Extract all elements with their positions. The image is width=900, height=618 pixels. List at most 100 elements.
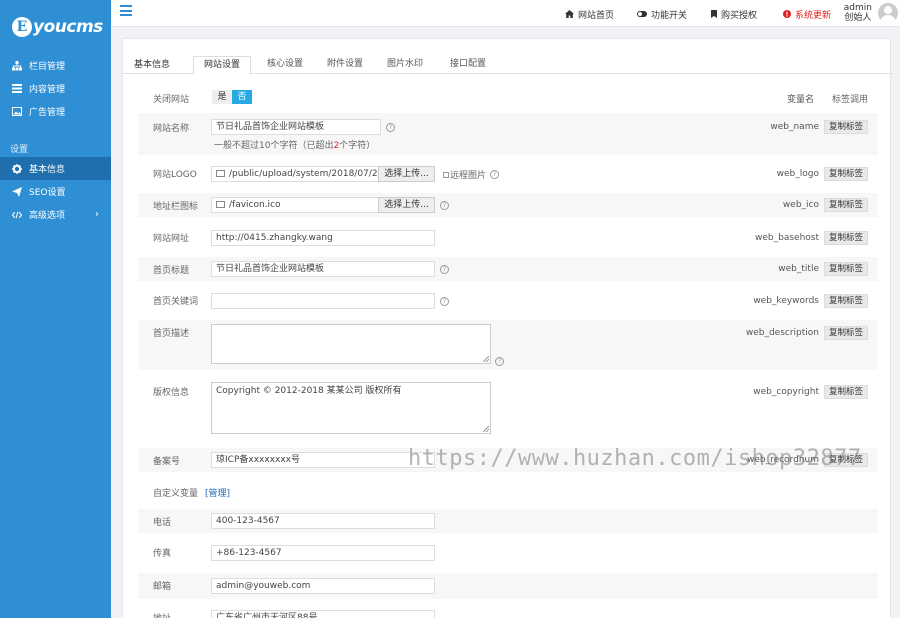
field-label: 网站LOGO xyxy=(153,170,197,180)
copy-tag-button[interactable]: 复制标签 xyxy=(824,385,868,399)
field-label: 传真 xyxy=(153,549,172,559)
copy-tag-button[interactable]: 复制标签 xyxy=(824,231,868,245)
field-label: 版权信息 xyxy=(153,388,190,398)
row-web-ico: 地址栏图标 /favicon.ico 选择上传... ? web_ico 复制标… xyxy=(138,193,878,217)
sitemap-icon xyxy=(12,60,22,71)
copy-tag-button[interactable]: 复制标签 xyxy=(824,262,868,276)
toggle-icon xyxy=(637,10,647,19)
email-input[interactable]: admin@youweb.com xyxy=(211,578,435,594)
field-label: 地址 xyxy=(153,611,171,618)
phone-input[interactable]: 400-123-4567 xyxy=(211,513,435,529)
close-site-no[interactable]: 否 xyxy=(232,90,252,104)
sidebar-item-label: 高级选项 xyxy=(29,211,66,221)
user-menu[interactable]: admin 创始人 xyxy=(844,3,872,23)
help-icon[interactable]: ? xyxy=(495,357,504,366)
var-name: web_basehost xyxy=(755,233,819,243)
var-name: web_name xyxy=(770,122,819,132)
help-icon[interactable]: ? xyxy=(490,170,499,179)
fax-input[interactable]: +86-123-4567 xyxy=(211,545,435,561)
resize-grip-icon xyxy=(483,356,489,362)
tab-api-config[interactable]: 接口配置 xyxy=(439,56,497,75)
close-site-toggle[interactable]: 是 否 xyxy=(212,90,252,104)
remote-image-checkbox[interactable]: 远程图片 xyxy=(443,168,486,181)
close-site-yes[interactable]: 是 xyxy=(212,90,232,104)
web-title-input[interactable]: 节日礼品首饰企业网站模板 xyxy=(211,261,435,277)
row-web-keywords: 首页关键词 ? web_keywords 复制标签 xyxy=(138,289,878,311)
web-ico-input[interactable]: /favicon.ico xyxy=(211,197,379,213)
user-role: 创始人 xyxy=(844,13,872,23)
image-icon xyxy=(12,107,22,117)
topbar-home-link[interactable]: 网站首页 xyxy=(565,8,614,21)
custom-vars-label: 自定义变量 xyxy=(153,489,199,499)
sidebar-item-label: SEO设置 xyxy=(29,188,66,198)
sidebar-item-basic-info[interactable]: 基本信息 xyxy=(0,157,111,180)
web-copyright-textarea[interactable]: Copyright © 2012-2018 某某公司 版权所有 xyxy=(211,382,491,434)
var-name: web_keywords xyxy=(753,296,819,306)
help-icon[interactable]: ? xyxy=(440,265,449,274)
help-icon[interactable]: ? xyxy=(440,297,449,306)
row-web-name: 网站名称 节日礼品首饰企业网站模板 ? 一般不超过10个字符（已超出2个字符） … xyxy=(138,113,878,155)
sidebar-item-columns[interactable]: 栏目管理 xyxy=(0,54,111,77)
copy-tag-button[interactable]: 复制标签 xyxy=(824,294,868,308)
copy-tag-button[interactable]: 复制标签 xyxy=(824,167,868,181)
row-web-logo: 网站LOGO /public/upload/system/2018/07/23/… xyxy=(138,162,878,184)
row-custom-vars: 自定义变量 [管理] xyxy=(138,481,878,501)
upload-button[interactable]: 选择上传... xyxy=(378,166,435,182)
tab-section-title: 基本信息 xyxy=(134,60,171,70)
tag-column-header: 标签调用 xyxy=(831,95,868,105)
web-recordnum-input[interactable]: 琼ICP备xxxxxxxx号 xyxy=(211,452,435,468)
upload-button[interactable]: 选择上传... xyxy=(378,197,435,213)
field-label: 网站网址 xyxy=(153,234,190,244)
info-icon xyxy=(783,9,791,20)
sidebar-item-ads[interactable]: 广告管理 xyxy=(0,100,111,123)
sidebar-item-content[interactable]: 内容管理 xyxy=(0,77,111,100)
field-label: 备案号 xyxy=(153,457,181,467)
bookmark-icon xyxy=(711,9,717,20)
image-icon xyxy=(216,170,225,177)
tab-attachment-settings[interactable]: 附件设置 xyxy=(316,56,374,75)
tab-image-watermark[interactable]: 图片水印 xyxy=(376,56,434,75)
sidebar-item-label: 广告管理 xyxy=(29,108,66,118)
help-icon[interactable]: ? xyxy=(386,123,395,132)
image-icon xyxy=(216,201,225,208)
web-logo-input[interactable]: /public/upload/system/2018/07/23/ xyxy=(211,166,379,182)
logo[interactable]: E youcms xyxy=(0,0,111,53)
field-label: 地址栏图标 xyxy=(153,202,199,212)
tab-site-settings[interactable]: 网站设置 xyxy=(193,56,251,75)
topbar: 网站首页 功能开关 购买授权 系统更新 admin 创始人 xyxy=(111,0,900,27)
custom-vars-manage-link[interactable]: [管理] xyxy=(205,486,230,499)
row-close-site: 关闭网站 是 否 变量名 标签调用 xyxy=(138,85,878,109)
copy-tag-button[interactable]: 复制标签 xyxy=(824,198,868,212)
checkbox-icon xyxy=(443,172,449,178)
row-web-copyright: 版权信息 Copyright © 2012-2018 某某公司 版权所有 web… xyxy=(138,378,878,438)
web-description-textarea[interactable] xyxy=(211,324,491,364)
menu-toggle-icon[interactable] xyxy=(120,5,132,16)
topbar-purchase-link[interactable]: 购买授权 xyxy=(711,8,757,21)
sidebar-section-settings: 设置 xyxy=(10,145,29,155)
logo-mark: E xyxy=(12,16,32,37)
user-name: admin xyxy=(843,3,872,13)
gear-icon xyxy=(12,163,22,174)
address-input[interactable]: 广东省广州市天河区88号 xyxy=(211,610,435,618)
sidebar-item-advanced[interactable]: 高级选项 › xyxy=(0,203,111,226)
web-keywords-input[interactable] xyxy=(211,293,435,309)
web-name-input[interactable]: 节日礼品首饰企业网站模板 xyxy=(211,119,381,135)
copy-tag-button[interactable]: 复制标签 xyxy=(824,120,868,134)
topbar-feature-switch-link[interactable]: 功能开关 xyxy=(637,8,687,21)
row-phone: 电话 400-123-4567 xyxy=(138,509,878,533)
resize-grip-icon xyxy=(483,426,489,432)
field-label: 网站名称 xyxy=(153,124,190,134)
help-icon[interactable]: ? xyxy=(440,201,449,210)
logo-text: youcms xyxy=(33,16,103,37)
avatar[interactable] xyxy=(878,3,898,23)
copy-tag-button[interactable]: 复制标签 xyxy=(824,326,868,340)
row-address: 地址 广东省广州市天河区88号 xyxy=(138,606,878,618)
sidebar-item-seo[interactable]: SEO设置 xyxy=(0,180,111,203)
sidebar-item-label: 基本信息 xyxy=(29,165,66,175)
topbar-update-link[interactable]: 系统更新 xyxy=(783,8,831,21)
field-label: 首页描述 xyxy=(153,329,190,339)
var-name: web_title xyxy=(778,264,819,274)
sidebar-item-label: 栏目管理 xyxy=(29,62,66,72)
web-basehost-input[interactable]: http://0415.zhangky.wang xyxy=(211,230,435,246)
tab-core-settings[interactable]: 核心设置 xyxy=(256,56,314,75)
